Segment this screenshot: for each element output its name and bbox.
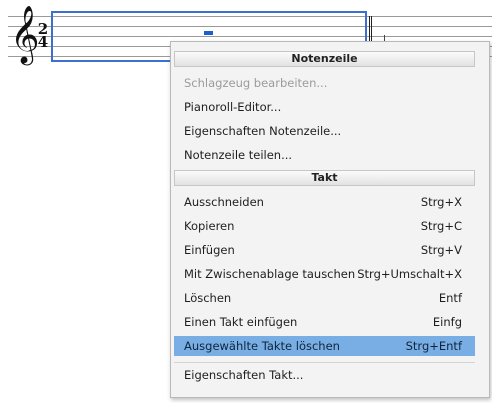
menu-item-label: Eigenschaften Takt...	[184, 368, 304, 382]
menu-separator	[174, 362, 475, 363]
menu-item-label: Ausschneiden	[184, 195, 264, 209]
menu-item-shortcut: Einfg	[432, 315, 462, 329]
time-signature-denominator: 4	[37, 33, 49, 51]
menu-item-delete[interactable]: Löschen Entf	[174, 288, 475, 308]
menu-item-measure-properties[interactable]: Eigenschaften Takt...	[174, 365, 475, 385]
menu-item-label: Kopieren	[184, 219, 235, 233]
menu-item-delete-selected-measures[interactable]: Ausgewählte Takte löschen Strg+Entf	[174, 336, 475, 356]
menu-item-label: Pianoroll-Editor...	[184, 100, 282, 114]
menu-item-pianoroll-editor[interactable]: Pianoroll-Editor...	[174, 97, 475, 117]
menu-item-edit-drumset: Schlagzeug bearbeiten...	[174, 73, 475, 93]
menu-item-label: Mit Zwischenablage tauschen	[184, 267, 356, 281]
context-menu: Notenzeile Schlagzeug bearbeiten... Pian…	[170, 41, 490, 398]
half-rest-icon[interactable]	[204, 31, 213, 35]
menu-section-header-measure: Takt	[174, 170, 475, 186]
menu-item-label: Eigenschaften Notenzeile...	[184, 124, 342, 138]
menu-item-shortcut: Strg+Entf	[405, 339, 462, 353]
menu-item-shortcut: Strg+Umschalt+X	[357, 267, 462, 281]
menu-section-header-staff: Notenzeile	[174, 51, 475, 67]
menu-item-shortcut: Strg+V	[420, 243, 462, 257]
menu-item-label: Ausgewählte Takte löschen	[184, 339, 340, 353]
menu-item-shortcut: Entf	[438, 291, 462, 305]
menu-item-label: Einen Takt einfügen	[184, 315, 298, 329]
menu-item-shortcut: Strg+C	[420, 219, 462, 233]
menu-item-swap-clipboard[interactable]: Mit Zwischenablage tauschen Strg+Umschal…	[174, 264, 475, 284]
menu-item-cut[interactable]: Ausschneiden Strg+X	[174, 192, 475, 212]
treble-clef-icon: 𝄞	[10, 5, 40, 63]
menu-item-split-staff[interactable]: Notenzeile teilen...	[174, 145, 475, 165]
score-canvas[interactable]: 𝄞 2 4 Notenzeile Schlagzeug bearbeiten..…	[0, 0, 492, 403]
menu-item-label: Schlagzeug bearbeiten...	[184, 76, 328, 90]
menu-item-copy[interactable]: Kopieren Strg+C	[174, 216, 475, 236]
menu-item-staff-properties[interactable]: Eigenschaften Notenzeile...	[174, 121, 475, 141]
menu-item-label: Notenzeile teilen...	[184, 148, 293, 162]
menu-item-label: Löschen	[184, 291, 232, 305]
menu-item-shortcut: Strg+X	[420, 195, 462, 209]
menu-item-paste[interactable]: Einfügen Strg+V	[174, 240, 475, 260]
menu-item-label: Einfügen	[184, 243, 235, 257]
menu-item-insert-measure[interactable]: Einen Takt einfügen Einfg	[174, 312, 475, 332]
